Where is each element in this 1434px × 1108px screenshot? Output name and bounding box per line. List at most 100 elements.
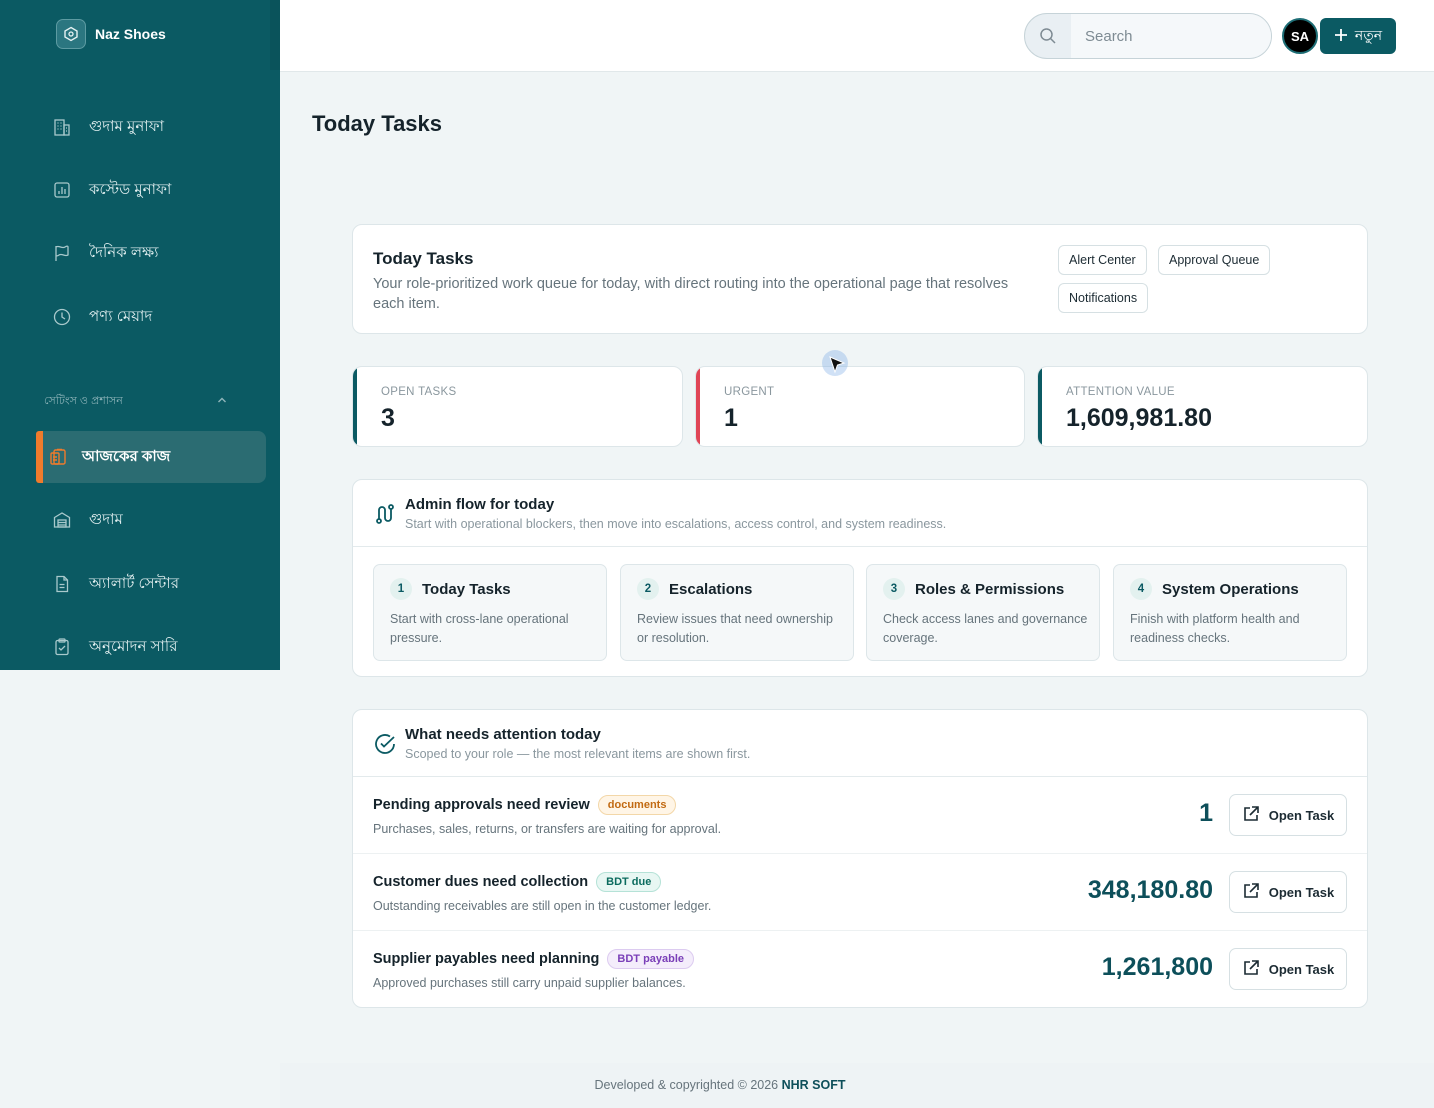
check-circle-icon xyxy=(373,732,397,756)
stat-label: ATTENTION VALUE xyxy=(1066,386,1175,398)
task-value: 1 xyxy=(1199,799,1213,827)
admin-flow-title: Admin flow for today xyxy=(405,496,555,513)
open-task-label: Open Task xyxy=(1268,807,1335,823)
task-title: Supplier payables need planning xyxy=(373,951,600,967)
task-title-group: Customer dues need collection BDT due xyxy=(373,872,662,892)
clipboard-icon xyxy=(48,447,68,467)
admin-flow-card: Admin flow for today Start with operatio… xyxy=(352,479,1368,677)
sidebar-item-label: অনুমোদন সারি xyxy=(89,637,178,655)
sidebar-item-approval-queue[interactable]: অনুমোদন সারি xyxy=(36,621,266,670)
stat-open-tasks: OPEN TASKS 3 xyxy=(352,366,683,447)
sidebar-section-settings[interactable]: সেটিংস ও প্রশাসন xyxy=(44,392,228,411)
sidebar-item-today-tasks[interactable]: আজকের কাজ xyxy=(36,431,266,483)
sidebar-item-warehouse[interactable]: গুদাম xyxy=(36,494,266,546)
clock-icon xyxy=(52,307,72,327)
stat-value: 3 xyxy=(381,404,395,432)
step-number: 1 xyxy=(390,578,412,600)
external-link-icon xyxy=(1242,882,1260,903)
open-task-button[interactable]: Open Task xyxy=(1229,794,1347,836)
sidebar-item-label: অ্যালার্ট সেন্টার xyxy=(89,574,179,592)
section-label: সেটিংস ও প্রশাসন xyxy=(44,395,123,407)
task-title: Customer dues need collection xyxy=(373,874,589,890)
admin-flow-header: Admin flow for today Start with operatio… xyxy=(353,480,1367,547)
step-title: Roles & Permissions xyxy=(915,581,1065,598)
sidebar-scroll-edge xyxy=(270,0,280,70)
search-box[interactable] xyxy=(1024,13,1272,59)
flow-step-system-operations[interactable]: 4 System Operations Finish with platform… xyxy=(1113,564,1347,661)
bar-chart-icon xyxy=(52,180,72,200)
step-description: Finish with platform health and readines… xyxy=(1130,612,1300,645)
admin-flow-subtitle: Start with operational blockers, then mo… xyxy=(405,517,947,531)
chip-approval-queue[interactable]: Approval Queue xyxy=(1158,245,1271,275)
task-title: Pending approvals need review xyxy=(373,797,590,813)
flow-step-roles-permissions[interactable]: 3 Roles & Permissions Check access lanes… xyxy=(866,564,1100,661)
stat-accent-bar xyxy=(1038,367,1042,446)
search-input[interactable] xyxy=(1071,14,1271,58)
step-title: Today Tasks xyxy=(422,581,511,598)
attention-subtitle: Scoped to your role — the most relevant … xyxy=(405,747,751,761)
chip-notifications[interactable]: Notifications xyxy=(1058,283,1149,313)
flow-step-escalations[interactable]: 2 Escalations Review issues that need ow… xyxy=(620,564,854,661)
sidebar-item-product-expiry[interactable]: পণ্য মেয়াদ xyxy=(36,291,266,343)
attention-card: What needs attention today Scoped to you… xyxy=(352,709,1368,1008)
task-row: Pending approvals need review documents … xyxy=(353,777,1367,854)
sidebar-item-warehouse-profit[interactable]: গুদাম মুনাফা xyxy=(36,101,266,153)
step-number: 4 xyxy=(1130,578,1152,600)
external-link-icon xyxy=(1242,959,1260,980)
footer: Developed & copyrighted © 2026 NHR SOFT xyxy=(280,1078,1160,1092)
task-description: Outstanding receivables are still open i… xyxy=(373,899,712,913)
task-title-group: Pending approvals need review documents xyxy=(373,795,677,815)
stat-attention-value: ATTENTION VALUE 1,609,981.80 xyxy=(1037,366,1368,447)
task-badge: BDT due xyxy=(596,872,662,892)
stat-accent-bar xyxy=(353,367,357,446)
step-number: 3 xyxy=(883,578,905,600)
attention-header: What needs attention today Scoped to you… xyxy=(353,710,1367,777)
external-link-icon xyxy=(1242,805,1260,826)
sidebar-item-label: গুদাম মুনাফা xyxy=(89,117,164,135)
topbar: SA নতুন xyxy=(280,0,1434,72)
building-icon xyxy=(52,117,72,137)
open-task-button[interactable]: Open Task xyxy=(1229,871,1347,913)
hero-card: Today Tasks Your role-prioritized work q… xyxy=(352,224,1368,334)
page-title: Today Tasks xyxy=(312,111,443,136)
step-number: 2 xyxy=(637,578,659,600)
footer-text: Developed & copyrighted © 2026 xyxy=(594,1078,779,1092)
step-title: Escalations xyxy=(669,581,753,598)
avatar[interactable]: SA xyxy=(1282,18,1318,54)
step-description: Review issues that need ownership or res… xyxy=(637,612,833,645)
open-task-label: Open Task xyxy=(1268,884,1335,900)
flow-step-today-tasks[interactable]: 1 Today Tasks Start with cross-lane oper… xyxy=(373,564,607,661)
footer-brand-link[interactable]: NHR SOFT xyxy=(782,1078,846,1092)
sidebar-item-label: দৈনিক লক্ষ্য xyxy=(89,243,159,261)
chip-alert-center[interactable]: Alert Center xyxy=(1058,245,1147,275)
sidebar-item-label: পণ্য মেয়াদ xyxy=(89,307,153,325)
step-title: System Operations xyxy=(1162,581,1299,598)
sidebar-item-costed-profit[interactable]: কস্টেড মুনাফা xyxy=(36,164,266,216)
task-value: 348,180.80 xyxy=(1087,876,1213,904)
warehouse-icon xyxy=(52,510,72,530)
brand-name: Naz Shoes xyxy=(95,26,166,42)
stat-value: 1 xyxy=(724,404,738,432)
open-task-button[interactable]: Open Task xyxy=(1229,948,1347,990)
sidebar-item-label: গুদাম xyxy=(89,510,123,528)
brand[interactable]: Naz Shoes xyxy=(56,19,166,49)
stat-value: 1,609,981.80 xyxy=(1066,404,1212,432)
route-icon xyxy=(373,502,397,526)
open-task-label: Open Task xyxy=(1268,961,1335,977)
sidebar-item-daily-target[interactable]: দৈনিক লক্ষ্য xyxy=(36,227,266,279)
task-row: Supplier payables need planning BDT paya… xyxy=(353,931,1367,1007)
task-description: Purchases, sales, returns, or transfers … xyxy=(373,822,722,836)
sidebar-item-alert-center[interactable]: অ্যালার্ট সেন্টার xyxy=(36,558,266,610)
task-row: Customer dues need collection BDT due Ou… xyxy=(353,854,1367,931)
flag-icon xyxy=(52,243,72,263)
sidebar: Naz Shoes গুদাম মুনাফা কস্টেড মুনাফা দৈন… xyxy=(0,0,280,670)
step-description: Start with cross-lane operational pressu… xyxy=(390,612,569,645)
stat-label: OPEN TASKS xyxy=(381,386,457,398)
new-button-label: নতুন xyxy=(1354,27,1383,43)
attention-title: What needs attention today xyxy=(405,726,601,743)
brand-logo-icon xyxy=(56,19,86,49)
mouse-cursor-icon xyxy=(829,356,846,374)
task-badge: BDT payable xyxy=(607,949,695,969)
new-button[interactable]: নতুন xyxy=(1320,18,1396,54)
step-description: Check access lanes and governance covera… xyxy=(883,612,1088,645)
